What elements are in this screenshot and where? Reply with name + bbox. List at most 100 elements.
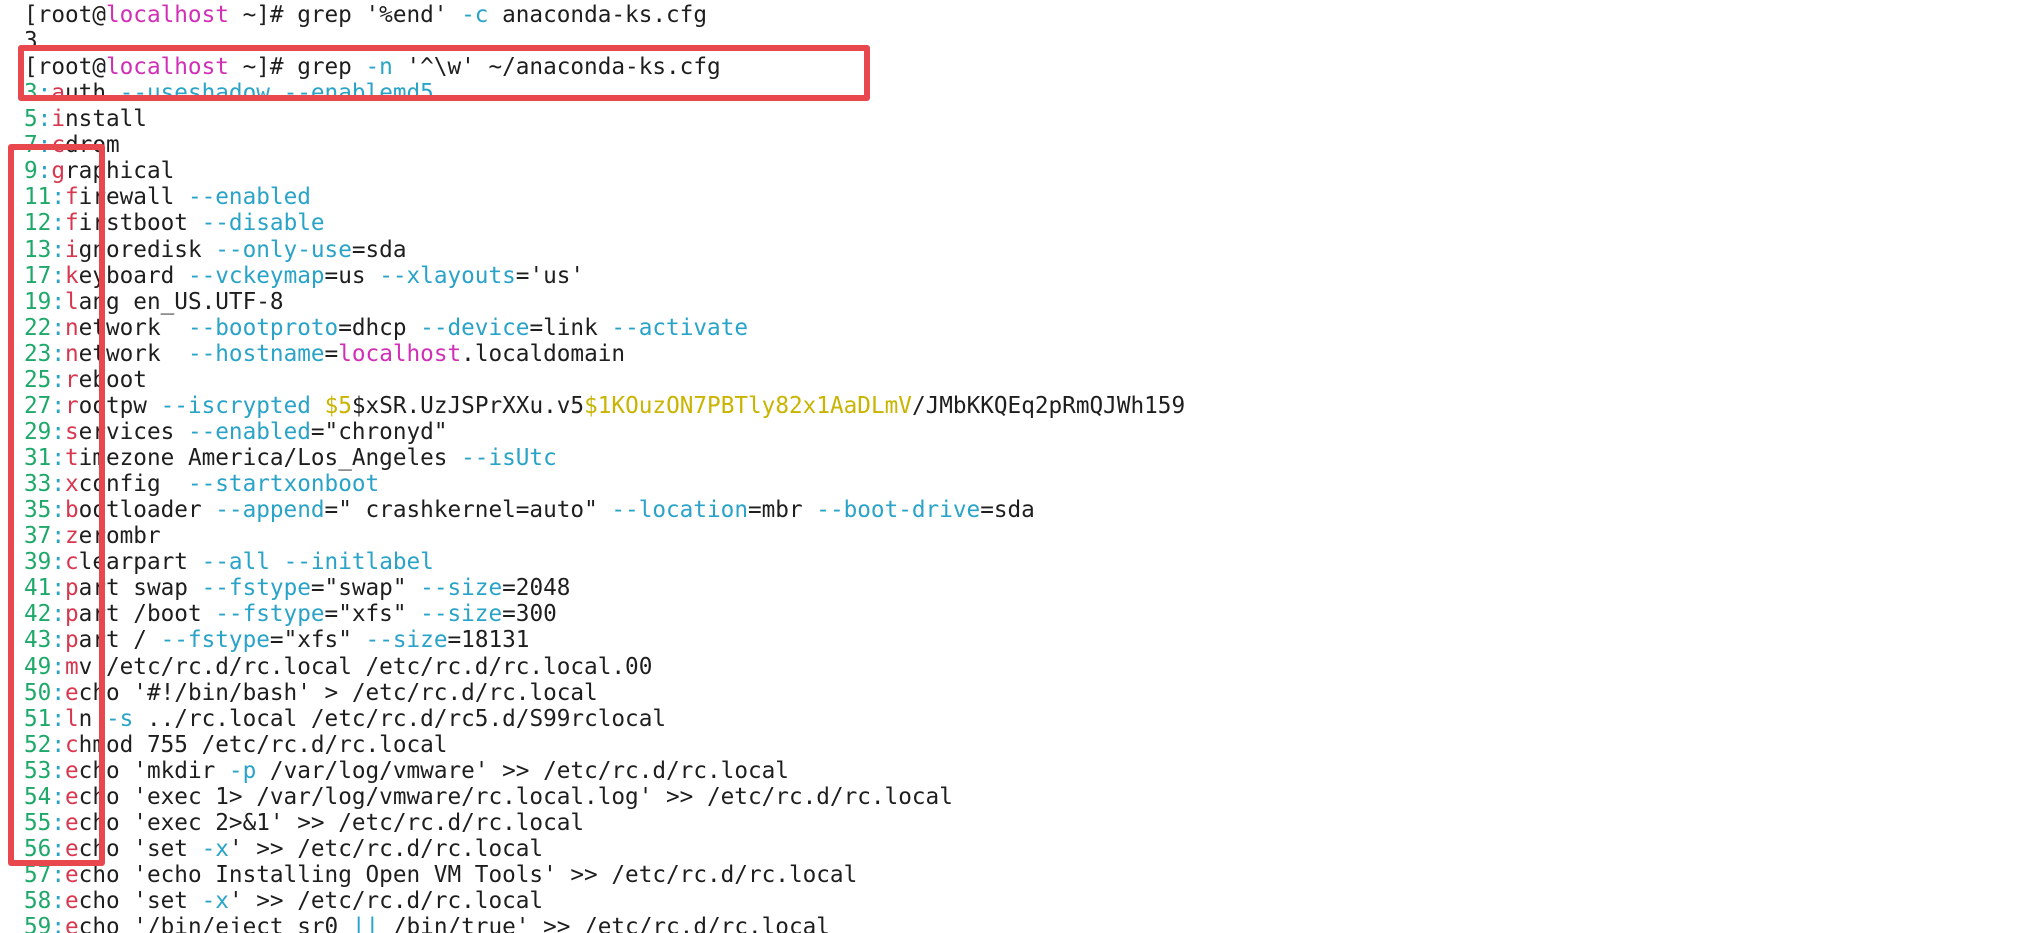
terminal-text-first: c bbox=[65, 731, 79, 758]
terminal-text-colon: : bbox=[51, 184, 65, 211]
terminal-text-colon: : bbox=[51, 861, 65, 888]
terminal-text-default: ~]# grep bbox=[228, 54, 366, 81]
terminal-text-first: c bbox=[51, 132, 66, 159]
terminal-text-default: =mbr bbox=[747, 497, 817, 524]
terminal-text-default: 3 bbox=[24, 28, 38, 55]
terminal-text-lineno: 5 bbox=[24, 106, 38, 133]
terminal-text-opt: --initlabel bbox=[283, 549, 434, 576]
terminal-text-first: l bbox=[65, 288, 79, 315]
terminal-line: 35:bootloader --append=" crashkernel=aut… bbox=[24, 497, 1035, 523]
terminal-text-default: ' >> /etc/rc.d/rc.local bbox=[228, 835, 544, 862]
terminal-text-lineno: 43 bbox=[24, 627, 52, 654]
terminal-text-default: =sda bbox=[351, 236, 407, 263]
terminal-text-default: art /boot bbox=[78, 601, 216, 628]
terminal-text-colon: : bbox=[51, 340, 65, 367]
terminal-text-default: etwork bbox=[78, 340, 188, 367]
terminal-text-default: =18131 bbox=[447, 627, 530, 654]
terminal-line: 22:network --bootproto=dhcp --device=lin… bbox=[24, 315, 748, 341]
terminal-text-opt: --useshadow bbox=[119, 80, 270, 107]
terminal-text-default: ../rc.local /etc/rc.d/rc5.d/S99rclocal bbox=[133, 705, 667, 732]
terminal-line: 13:ignoredisk --only-use=sda bbox=[24, 237, 407, 263]
terminal-text-colon: : bbox=[37, 158, 52, 185]
terminal-line: 43:part / --fstype="xfs" --size=18131 bbox=[24, 627, 529, 653]
terminal-text-colon: : bbox=[51, 236, 65, 263]
terminal-line: [root@localhost ~]# grep -n '^\w' ~/anac… bbox=[24, 54, 721, 80]
terminal-text-dollar: $5 bbox=[324, 392, 352, 419]
terminal-text-default: cho '#!/bin/bash' > /etc/rc.d/rc.local bbox=[78, 679, 598, 706]
terminal-text-opt: --bootproto bbox=[187, 314, 339, 341]
terminal-text-default: irewall bbox=[78, 184, 188, 211]
terminal-text-colon: : bbox=[51, 653, 65, 680]
terminal-text-default: =dhcp bbox=[338, 314, 421, 341]
terminal-text-colon: : bbox=[51, 783, 65, 810]
terminal-line: 31:timezone America/Los_Angeles --isUtc bbox=[24, 445, 557, 471]
terminal-text-host: localhost bbox=[338, 340, 462, 367]
terminal-text-first: e bbox=[65, 888, 79, 915]
terminal-text-colon: : bbox=[51, 497, 65, 524]
terminal-text-colon: : bbox=[37, 132, 52, 159]
terminal-text-opt: --iscrypted bbox=[160, 392, 311, 419]
terminal-line: 19:lang en_US.UTF-8 bbox=[24, 289, 284, 315]
terminal-line: 49:mv /etc/rc.d/rc.local /etc/rc.d/rc.lo… bbox=[24, 654, 652, 680]
terminal-text-opt: --device bbox=[420, 314, 530, 341]
terminal-text-default: erombr bbox=[78, 523, 161, 550]
terminal-line: 3 bbox=[24, 28, 38, 54]
terminal-line: 25:reboot bbox=[24, 367, 147, 393]
terminal-text-default: art swap bbox=[78, 575, 202, 602]
terminal-text-default: /var/log/vmware' >> /etc/rc.d/rc.local bbox=[256, 757, 789, 784]
terminal-line: 29:services --enabled="chronyd" bbox=[24, 419, 447, 445]
terminal-text-lineno: 29 bbox=[24, 418, 52, 445]
terminal-text-opt: --enablemd5 bbox=[283, 80, 434, 107]
terminal-text-colon: : bbox=[51, 549, 65, 576]
terminal-line: 9:graphical bbox=[24, 158, 174, 184]
terminal-text-default: uth bbox=[65, 80, 120, 107]
terminal-text-default: eyboard bbox=[78, 262, 188, 289]
terminal-text-lineno: 9 bbox=[24, 158, 38, 185]
terminal-text-first: n bbox=[65, 340, 79, 367]
terminal-text-default bbox=[270, 549, 284, 575]
terminal-text-lineno: 56 bbox=[24, 835, 52, 862]
terminal-text-lineno: 41 bbox=[24, 575, 52, 602]
terminal-line: 39:clearpart --all --initlabel bbox=[24, 549, 434, 575]
terminal-text-opt: || bbox=[351, 914, 380, 933]
terminal-text-colon: : bbox=[51, 601, 65, 628]
terminal-text-first: i bbox=[65, 236, 79, 263]
terminal-text-default: =300 bbox=[502, 601, 557, 628]
terminal-text-first: m bbox=[65, 653, 79, 680]
terminal-text-default: =" crashkernel=auto" bbox=[324, 497, 612, 524]
terminal-text-default: ootloader bbox=[78, 497, 216, 524]
terminal-text-colon: : bbox=[51, 835, 65, 862]
terminal-line: 7:cdrom bbox=[24, 132, 120, 158]
terminal-text-first: r bbox=[65, 392, 79, 419]
terminal-text-opt: --hostname bbox=[187, 340, 325, 367]
terminal-line: 53:echo 'mkdir -p /var/log/vmware' >> /e… bbox=[24, 758, 789, 784]
terminal-text-colon: : bbox=[51, 366, 65, 393]
terminal-text-default: .localdomain bbox=[461, 340, 626, 367]
terminal-text-lineno: 59 bbox=[24, 914, 52, 933]
terminal-text-lineno: 23 bbox=[24, 340, 52, 367]
terminal-text-default: n bbox=[78, 705, 106, 732]
terminal-text-first: e bbox=[65, 914, 79, 933]
terminal-line: 37:zerombr bbox=[24, 523, 161, 549]
terminal-text-first: r bbox=[65, 366, 79, 393]
terminal-text-colon: : bbox=[51, 471, 65, 498]
terminal-text-lineno: 55 bbox=[24, 809, 52, 836]
terminal-text-first: e bbox=[65, 783, 79, 810]
terminal-text-default: irstboot bbox=[78, 210, 202, 237]
terminal-text-default: =2048 bbox=[502, 575, 571, 602]
terminal-line: 58:echo 'set -x' >> /etc/rc.d/rc.local bbox=[24, 888, 543, 914]
terminal-line: 57:echo 'echo Installing Open VM Tools' … bbox=[24, 862, 857, 888]
terminal-text-opt: -p bbox=[228, 757, 257, 784]
terminal-text-default: ang en_US.UTF-8 bbox=[78, 288, 284, 315]
terminal-text-default: etwork bbox=[78, 314, 188, 341]
terminal-text-default: ervices bbox=[78, 418, 188, 445]
terminal-text-opt: --size bbox=[420, 575, 503, 602]
terminal-text-opt: --append bbox=[215, 497, 325, 524]
terminal-text-default: /bin/true' >> /etc/rc.d/rc.local bbox=[379, 914, 830, 933]
terminal-text-first: b bbox=[65, 497, 79, 524]
terminal-text-default bbox=[311, 393, 325, 419]
terminal-text-default: learpart bbox=[78, 549, 202, 576]
terminal-text-colon: : bbox=[37, 106, 52, 133]
terminal-text-first: i bbox=[51, 106, 66, 133]
terminal-window[interactable]: [root@localhost ~]# grep '%end' -c anaco… bbox=[0, 0, 2020, 933]
